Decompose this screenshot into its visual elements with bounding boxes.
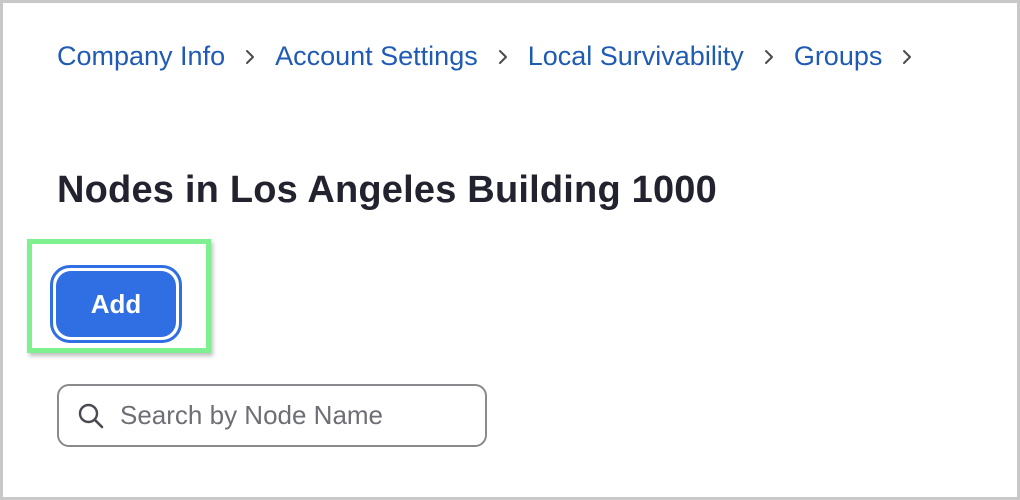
chevron-right-icon bbox=[882, 42, 932, 72]
search-input[interactable] bbox=[120, 400, 460, 431]
add-button[interactable]: Add bbox=[50, 265, 182, 343]
chevron-right-icon bbox=[225, 42, 275, 72]
add-button-label: Add bbox=[56, 271, 176, 337]
breadcrumb-item-groups[interactable]: Groups bbox=[794, 41, 883, 72]
chevron-right-icon bbox=[744, 42, 794, 72]
page-frame: Company Info Account Settings Local Surv… bbox=[0, 0, 1020, 500]
breadcrumb-item-local-survivability[interactable]: Local Survivability bbox=[528, 41, 744, 72]
breadcrumb-item-account-settings[interactable]: Account Settings bbox=[275, 41, 478, 72]
search-box[interactable] bbox=[57, 384, 487, 447]
search-icon bbox=[76, 401, 106, 431]
breadcrumb-item-company-info[interactable]: Company Info bbox=[57, 41, 225, 72]
page-title: Nodes in Los Angeles Building 1000 bbox=[57, 169, 717, 211]
chevron-right-icon bbox=[478, 42, 528, 72]
breadcrumb: Company Info Account Settings Local Surv… bbox=[57, 41, 932, 72]
